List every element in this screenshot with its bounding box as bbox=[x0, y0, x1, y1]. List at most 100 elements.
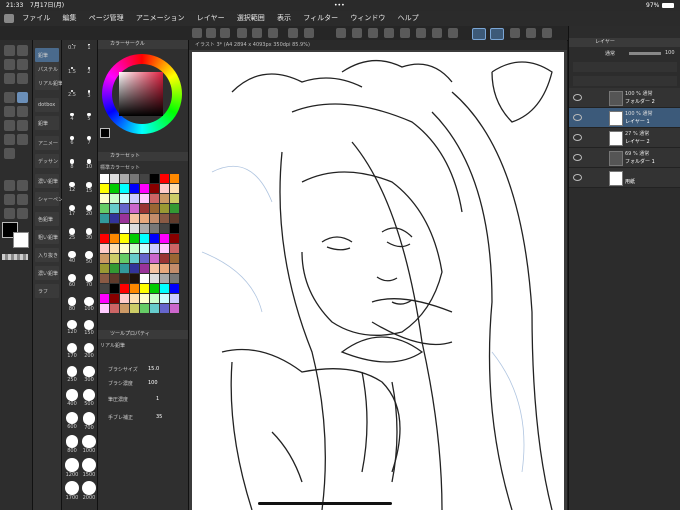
brush-size-preset[interactable]: 1000 bbox=[81, 435, 97, 454]
brush-size-preset[interactable]: 2 bbox=[81, 67, 97, 75]
color-swatch[interactable] bbox=[100, 254, 109, 263]
eye-icon[interactable] bbox=[573, 114, 582, 121]
brush-size-preset[interactable]: 5 bbox=[81, 113, 97, 122]
opacity-slider[interactable] bbox=[629, 52, 661, 55]
multitask-dots[interactable]: ••• bbox=[334, 0, 345, 11]
subtool-item[interactable]: 粗い鉛筆 bbox=[35, 230, 59, 244]
saturation-square[interactable] bbox=[119, 72, 163, 116]
brush-size-preset[interactable]: 25 bbox=[64, 228, 80, 241]
menu-view[interactable]: 表示 bbox=[277, 14, 291, 22]
color-swatch[interactable] bbox=[120, 294, 129, 303]
color-swatch[interactable] bbox=[150, 204, 159, 213]
color-swatch[interactable] bbox=[120, 304, 129, 313]
color-swatch[interactable] bbox=[120, 234, 129, 243]
brush-tool-icon[interactable] bbox=[17, 106, 28, 117]
save-icon[interactable] bbox=[220, 28, 230, 38]
brush-size-preset[interactable]: 17 bbox=[64, 205, 80, 217]
color-swatch[interactable] bbox=[130, 294, 139, 303]
color-swatch[interactable] bbox=[110, 224, 119, 233]
fill-icon[interactable] bbox=[526, 28, 536, 38]
brush-size-preset[interactable]: 50 bbox=[81, 251, 97, 265]
export-icon[interactable] bbox=[252, 28, 262, 38]
color-swatch[interactable] bbox=[160, 254, 169, 263]
color-swatch[interactable] bbox=[130, 244, 139, 253]
color-set-name[interactable]: 標準カラーセット bbox=[100, 164, 140, 171]
color-swatch[interactable] bbox=[160, 224, 169, 233]
subtool-item[interactable]: dotbox bbox=[35, 98, 59, 112]
color-swatch[interactable] bbox=[140, 254, 149, 263]
color-swatch[interactable] bbox=[110, 194, 119, 203]
color-swatch[interactable] bbox=[130, 284, 139, 293]
color-swatch[interactable] bbox=[100, 274, 109, 283]
color-swatch[interactable] bbox=[150, 284, 159, 293]
ruler-tool-icon[interactable] bbox=[4, 194, 15, 205]
layer-row[interactable]: 27 % 通常 レイヤー 2 bbox=[569, 128, 680, 148]
color-swatch[interactable] bbox=[100, 244, 109, 253]
transparent-color-swatch[interactable] bbox=[2, 254, 28, 260]
color-swatch[interactable] bbox=[110, 244, 119, 253]
color-swatch[interactable] bbox=[170, 174, 179, 183]
brush-size-preset[interactable]: 60 bbox=[64, 274, 80, 288]
color-swatch[interactable] bbox=[170, 274, 179, 283]
color-swatch[interactable] bbox=[110, 214, 119, 223]
layer-row[interactable]: 用紙 bbox=[569, 168, 680, 188]
color-swatch[interactable] bbox=[170, 224, 179, 233]
sub-color-swatch[interactable] bbox=[13, 232, 29, 248]
color-swatch[interactable] bbox=[120, 284, 129, 293]
color-swatch[interactable] bbox=[100, 264, 109, 273]
paint-icon[interactable] bbox=[352, 28, 362, 38]
object-tool-icon[interactable] bbox=[4, 59, 15, 70]
subtool-item[interactable]: デッサン bbox=[35, 154, 59, 168]
color-swatch[interactable] bbox=[140, 184, 149, 193]
color-swatch[interactable] bbox=[170, 264, 179, 273]
brush-size-preset[interactable]: 0.7 bbox=[64, 44, 80, 51]
grid-snap-icon[interactable] bbox=[510, 28, 520, 38]
brush-size-preset[interactable]: 6 bbox=[64, 136, 80, 146]
color-swatch[interactable] bbox=[140, 274, 149, 283]
current-color-swatch[interactable] bbox=[100, 128, 110, 138]
wand-tool-icon[interactable] bbox=[17, 73, 28, 84]
pencil-tool-icon[interactable] bbox=[4, 106, 15, 117]
brush-size-preset[interactable]: 10 bbox=[81, 159, 97, 170]
brush-size-preset[interactable]: 1500 bbox=[81, 458, 97, 478]
subtool-item[interactable]: 濃い鉛筆 bbox=[35, 266, 59, 280]
deselect-icon[interactable] bbox=[400, 28, 410, 38]
color-swatch[interactable] bbox=[100, 294, 109, 303]
color-swatch[interactable] bbox=[150, 254, 159, 263]
color-swatch[interactable] bbox=[140, 244, 149, 253]
menu-file[interactable]: ファイル bbox=[22, 14, 50, 22]
layer-row[interactable]: 69 % 通常 フォルダー 1 bbox=[569, 148, 680, 168]
color-swatch[interactable] bbox=[150, 174, 159, 183]
color-swatch[interactable] bbox=[110, 304, 119, 313]
color-swatch[interactable] bbox=[160, 274, 169, 283]
color-swatch[interactable] bbox=[170, 184, 179, 193]
color-swatch[interactable] bbox=[170, 214, 179, 223]
invert-icon[interactable] bbox=[432, 28, 442, 38]
color-swatch[interactable] bbox=[100, 284, 109, 293]
color-swatch[interactable] bbox=[100, 204, 109, 213]
color-swatch[interactable] bbox=[120, 174, 129, 183]
brush-size-preset[interactable]: 400 bbox=[64, 389, 80, 407]
color-swatch[interactable] bbox=[100, 224, 109, 233]
color-swatch[interactable] bbox=[150, 194, 159, 203]
color-swatch[interactable] bbox=[130, 174, 139, 183]
redo-icon[interactable] bbox=[304, 28, 314, 38]
color-swatch[interactable] bbox=[140, 224, 149, 233]
color-swatch[interactable] bbox=[130, 264, 139, 273]
menu-help[interactable]: ヘルプ bbox=[398, 14, 419, 22]
color-swatch[interactable] bbox=[120, 244, 129, 253]
color-swatch[interactable] bbox=[160, 244, 169, 253]
color-swatch[interactable] bbox=[100, 214, 109, 223]
eye-icon[interactable] bbox=[573, 94, 582, 101]
layer-row[interactable]: 100 % 通常 フォルダー 2 bbox=[569, 88, 680, 108]
settings-icon[interactable] bbox=[268, 28, 278, 38]
brush-density-value[interactable]: 100 bbox=[148, 380, 158, 386]
color-swatch[interactable] bbox=[120, 194, 129, 203]
frame-tool-icon[interactable] bbox=[17, 180, 28, 191]
menu-selection[interactable]: 選択範囲 bbox=[237, 14, 265, 22]
opacity-value[interactable]: 100 bbox=[665, 50, 675, 56]
color-swatch[interactable] bbox=[170, 304, 179, 313]
color-swatch[interactable] bbox=[130, 234, 139, 243]
subtool-item[interactable]: ラフ bbox=[35, 284, 59, 298]
airbrush-tool-icon[interactable] bbox=[4, 120, 15, 131]
